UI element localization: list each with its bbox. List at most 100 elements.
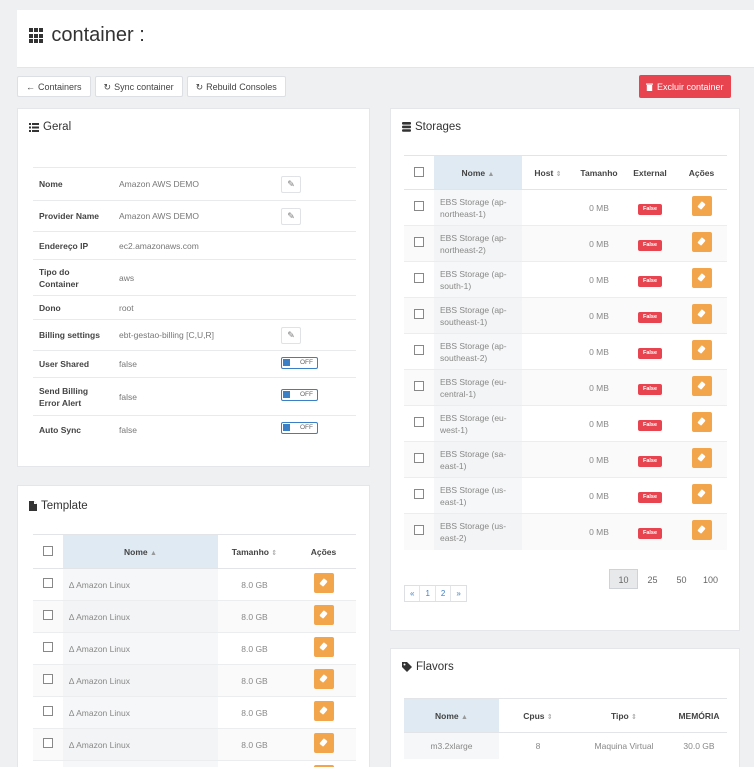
page-link[interactable]: «: [405, 586, 421, 601]
action-button[interactable]: [313, 573, 334, 593]
host-header[interactable]: Host ⇕: [522, 155, 574, 190]
pagination: «1 2»: [404, 585, 467, 602]
action-button[interactable]: [691, 232, 712, 252]
action-button[interactable]: [313, 669, 334, 689]
actions-cell: [676, 333, 727, 370]
select-all-checkbox[interactable]: [414, 166, 424, 177]
page-size-option[interactable]: 100: [696, 569, 725, 589]
row-checkbox[interactable]: [414, 525, 424, 536]
name-header[interactable]: Nome ▲: [63, 534, 218, 569]
action-button[interactable]: [691, 196, 712, 216]
storage-name: EBS Storage (ap-northeast-1): [434, 189, 522, 226]
page-link[interactable]: »: [451, 586, 465, 601]
list-icon: [29, 122, 39, 132]
toggle-switch[interactable]: OFF: [281, 422, 318, 435]
row-checkbox[interactable]: [414, 309, 424, 319]
edit-icon[interactable]: ✎: [281, 175, 301, 193]
row-checkbox[interactable]: [43, 706, 53, 716]
sync-container-button[interactable]: ↻ Sync container: [94, 76, 183, 97]
toggle-switch[interactable]: OFF: [281, 389, 318, 401]
host-cell: [522, 333, 574, 370]
delete-container-button[interactable]: Excluir container: [639, 75, 731, 98]
toggle-switch[interactable]: OFF: [281, 356, 318, 369]
row-checkbox[interactable]: [414, 381, 424, 391]
action-button[interactable]: [691, 448, 712, 468]
row-checkbox[interactable]: [414, 237, 424, 247]
refresh-icon: ↻: [195, 81, 204, 92]
name-header[interactable]: Nome ▲: [434, 155, 522, 190]
name-header[interactable]: Nome ▲: [404, 698, 499, 733]
action-button[interactable]: [691, 268, 712, 288]
memory-header[interactable]: MEMÓRIA: [671, 698, 727, 733]
info-control-cell: [275, 295, 356, 320]
storage-name: EBS Storage (ap-southeast-2): [434, 333, 522, 370]
external-cell: False: [624, 225, 676, 262]
row-checkbox[interactable]: [414, 201, 424, 211]
cpus-cell: 8: [499, 732, 577, 759]
page-link[interactable]: 1: [420, 586, 436, 601]
host-cell: [522, 441, 574, 478]
info-row: Tipo do Container aws: [33, 259, 356, 296]
page-size-option[interactable]: 25: [638, 569, 667, 589]
storage-name: EBS Storage (eu-central-1): [434, 369, 522, 406]
size-header[interactable]: Tamanho ⇕: [218, 534, 291, 569]
external-header[interactable]: External: [624, 155, 676, 190]
row-checkbox[interactable]: [414, 489, 424, 499]
edit-icon[interactable]: ✎: [281, 207, 301, 225]
table-row: EBS Storage (sa-east-1) 0 MB False: [404, 441, 727, 478]
select-all-checkbox[interactable]: [43, 545, 53, 556]
info-value: false: [113, 350, 275, 378]
row-checkbox[interactable]: [43, 610, 53, 620]
cpus-header[interactable]: Cpus ⇕: [499, 698, 577, 733]
rebuild-consoles-button[interactable]: ↻ Rebuild Consoles: [186, 76, 286, 97]
table-row: m3.2xlarge 8 Maquina Virtual 30.0 GB: [404, 732, 727, 759]
page-link[interactable]: 2: [436, 586, 452, 601]
size-cell: 0 MB: [574, 477, 624, 514]
row-checkbox[interactable]: [43, 642, 53, 652]
geral-panel: Geral Nome Amazon AWS DEMO ✎ Provider Name A…: [17, 108, 370, 467]
action-button[interactable]: [691, 376, 712, 396]
external-cell: False: [624, 513, 676, 550]
action-button[interactable]: [691, 340, 712, 360]
info-row: User Shared false OFF: [33, 350, 356, 378]
action-button[interactable]: [313, 701, 334, 721]
row-checkbox[interactable]: [43, 738, 53, 748]
page-size-option[interactable]: 50: [667, 569, 696, 589]
size-header[interactable]: Tamanho: [574, 155, 624, 190]
size-cell: 0 MB: [574, 189, 624, 226]
containers-button[interactable]: ← Containers: [17, 76, 91, 97]
row-checkbox[interactable]: [414, 273, 424, 283]
host-cell: [522, 297, 574, 334]
template-name: Amazon Linux: [76, 579, 130, 590]
checkbox-cell: [404, 513, 434, 550]
type-header[interactable]: Tipo ⇕: [577, 698, 671, 733]
action-button[interactable]: [691, 412, 712, 432]
action-button[interactable]: [691, 520, 712, 541]
row-checkbox[interactable]: [43, 578, 53, 588]
row-checkbox[interactable]: [414, 345, 424, 355]
false-badge: False: [637, 419, 663, 431]
false-badge: False: [637, 383, 663, 395]
edit-icon[interactable]: ✎: [281, 326, 301, 344]
row-checkbox[interactable]: [414, 453, 424, 463]
action-button[interactable]: [691, 304, 712, 324]
template-name: Amazon Linux: [76, 739, 130, 750]
action-button[interactable]: [313, 637, 334, 657]
table-row: EBS Storage (eu-central-1) 0 MB False: [404, 369, 727, 406]
page-size-option[interactable]: 10: [609, 569, 638, 589]
actions-cell: [676, 225, 727, 262]
action-button[interactable]: [691, 484, 712, 504]
template-name: Amazon Linux: [76, 643, 130, 654]
actions-cell: [676, 189, 727, 226]
action-button[interactable]: [313, 733, 334, 753]
checkbox-cell: [33, 664, 63, 697]
sort-icon: ⇕: [631, 713, 638, 721]
info-row: Auto Sync false OFF: [33, 415, 356, 444]
row-checkbox[interactable]: [414, 417, 424, 427]
false-badge: False: [637, 239, 663, 251]
row-checkbox[interactable]: [43, 674, 53, 684]
action-button[interactable]: [313, 605, 334, 625]
info-control-cell: OFF: [275, 350, 356, 378]
sort-icon: ⇕: [546, 713, 553, 721]
size-cell: 0 MB: [574, 405, 624, 442]
